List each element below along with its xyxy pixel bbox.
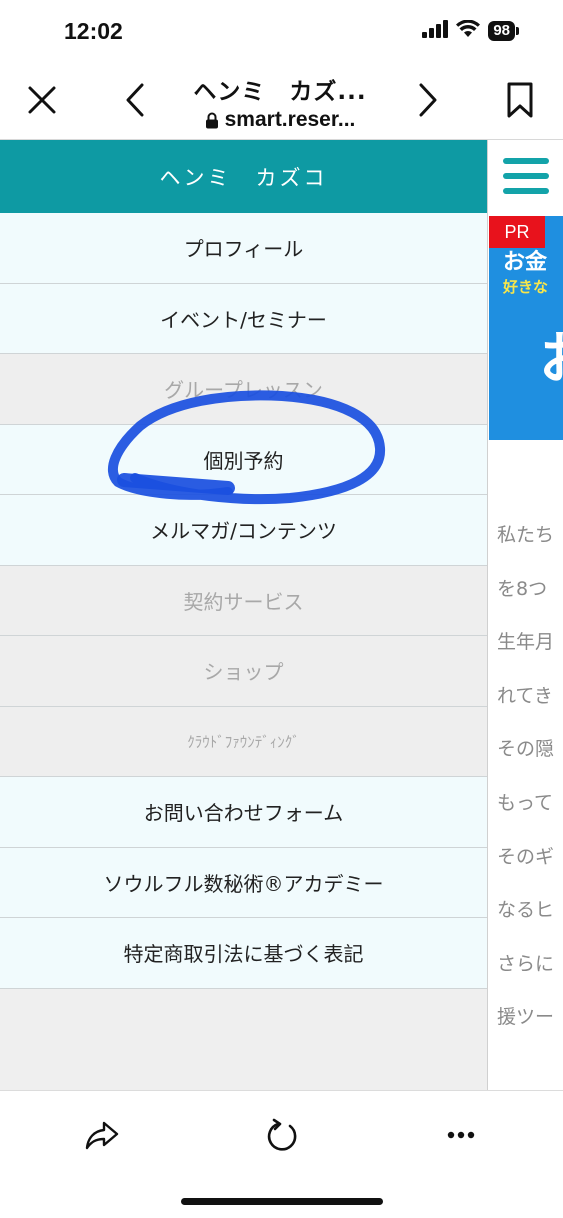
menu-item-individual-booking[interactable]: 個別予約 — [0, 424, 487, 495]
status-icons: 98 — [422, 19, 519, 42]
body-line: 私たち — [497, 524, 555, 546]
menu-item-shop: ショップ — [0, 636, 487, 707]
menu-item-contract-service: 契約サービス — [0, 565, 487, 636]
menu-item-mail-magazine[interactable]: メルマガ/コンテンツ — [0, 495, 487, 566]
lock-icon — [205, 112, 218, 128]
share-button[interactable] — [78, 1111, 126, 1159]
home-indicator — [181, 1198, 383, 1205]
body-line: を8つ — [497, 577, 548, 600]
back-icon — [126, 83, 144, 117]
browser-header: ヘンミ カズ... smart.reser... — [0, 62, 563, 140]
close-icon — [28, 86, 56, 114]
body-line: その隠 — [497, 738, 555, 761]
forward-button[interactable] — [406, 78, 450, 122]
share-icon — [85, 1121, 119, 1150]
body-text: 私たち を8つ 生年月 れてき その隠 もって そのギ なるヒ さらに 援ツー — [497, 520, 563, 1056]
side-menu: ヘンミ カズコ プロフィール イベント/セミナー グループレッスン 個別予約 メ… — [0, 140, 488, 1090]
menu-item-group-lesson: グループレッスン — [0, 354, 487, 425]
banner-line-2: 好きな — [503, 278, 549, 296]
hamburger-menu-icon[interactable] — [503, 158, 549, 203]
forward-icon — [419, 83, 437, 117]
page-content: お金 好きな お PR 私たち を8つ 生年月 れてき その隠 もって そのギ … — [489, 140, 563, 1090]
more-icon — [447, 1131, 475, 1139]
menu-item-profile[interactable]: プロフィール — [0, 213, 487, 284]
menu-item-crowdfunding: ｸﾗｳﾄﾞﾌｧｳﾝﾃﾞｨﾝｸﾞ — [0, 706, 487, 777]
page-title: ヘンミ カズ... — [193, 79, 367, 105]
ad-banner[interactable]: お金 好きな お PR — [489, 216, 563, 440]
body-line: 援ツー — [497, 1006, 555, 1029]
bookmark-icon — [507, 82, 533, 118]
address-bar[interactable]: ヘンミ カズ... smart.reser... — [150, 72, 410, 132]
body-line: そのギ — [497, 845, 555, 868]
banner-line-1: お金 — [503, 250, 548, 275]
bottom-toolbar — [0, 1090, 563, 1218]
menu-item-legal-notice[interactable]: 特定商取引法に基づく表記 — [0, 918, 487, 989]
body-line: もって — [497, 791, 554, 814]
menu-header: ヘンミ カズコ — [0, 140, 487, 213]
body-line: なるヒ — [497, 899, 555, 922]
wifi-icon — [456, 19, 481, 42]
signal-icon — [422, 20, 449, 42]
body-line: 生年月 — [497, 631, 555, 654]
banner-line-3: お — [539, 314, 563, 395]
menu-item-event-seminar[interactable]: イベント/セミナー — [0, 283, 487, 354]
reload-button[interactable] — [258, 1111, 306, 1159]
pr-badge: PR — [489, 216, 545, 248]
body-line: れてき — [497, 684, 553, 707]
more-button[interactable] — [437, 1111, 485, 1159]
reload-icon — [267, 1118, 297, 1151]
close-button[interactable] — [20, 78, 64, 122]
menu-item-academy[interactable]: ソウルフル数秘術®アカデミー — [0, 847, 487, 918]
menu-item-contact-form[interactable]: お問い合わせフォーム — [0, 777, 487, 848]
url-text: smart.reser... — [224, 108, 356, 131]
battery-icon: 98 — [488, 21, 519, 41]
body-line: さらに — [497, 952, 555, 975]
status-time: 12:02 — [64, 18, 123, 44]
bookmark-button[interactable] — [498, 78, 542, 122]
status-bar: 12:02 98 — [0, 0, 563, 62]
battery-level: 98 — [488, 21, 515, 41]
